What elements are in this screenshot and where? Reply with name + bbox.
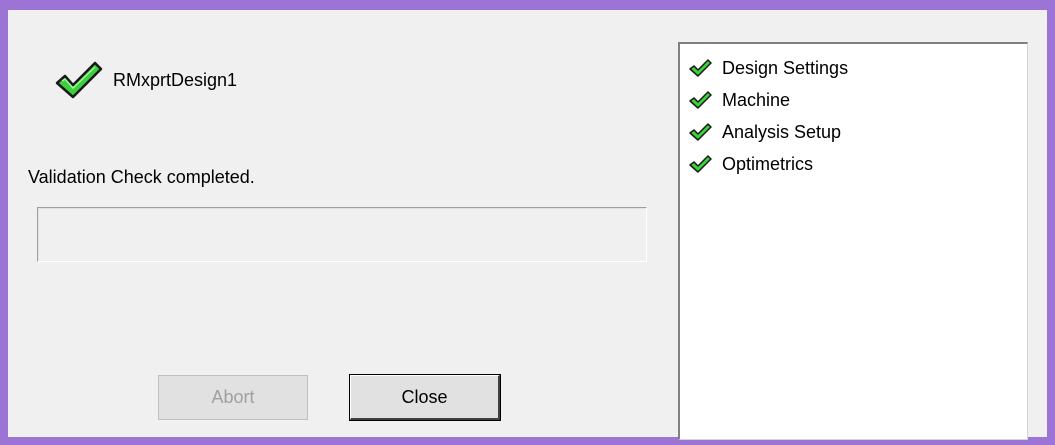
list-item-label: Analysis Setup: [722, 121, 842, 142]
design-name: RMxprtDesign1: [113, 69, 238, 90]
dialog-client-area: RMxprtDesign1 Validation Check completed…: [8, 10, 1047, 440]
validation-dialog-window: RMxprtDesign1 Validation Check completed…: [0, 0, 1055, 445]
validation-checklist[interactable]: Design Settings Machine Analysis Setup O…: [678, 42, 1028, 440]
list-item[interactable]: Machine: [680, 84, 1027, 116]
list-item[interactable]: Design Settings: [680, 52, 1027, 84]
list-item[interactable]: Analysis Setup: [680, 116, 1027, 148]
checkmark-icon: [689, 123, 712, 141]
checkmark-icon: [689, 155, 712, 173]
status-message: Validation Check completed.: [28, 167, 255, 187]
checkmark-icon: [55, 61, 103, 99]
list-item-label: Optimetrics: [722, 153, 814, 174]
progress-bar: [37, 207, 647, 262]
abort-button[interactable]: Abort: [158, 375, 308, 420]
list-item-label: Machine: [722, 89, 791, 110]
list-item-label: Design Settings: [722, 57, 849, 78]
checkmark-icon: [689, 59, 712, 77]
list-item[interactable]: Optimetrics: [680, 148, 1027, 180]
checkmark-icon: [689, 91, 712, 109]
close-button[interactable]: Close: [350, 375, 500, 420]
design-row: RMxprtDesign1: [53, 60, 237, 100]
